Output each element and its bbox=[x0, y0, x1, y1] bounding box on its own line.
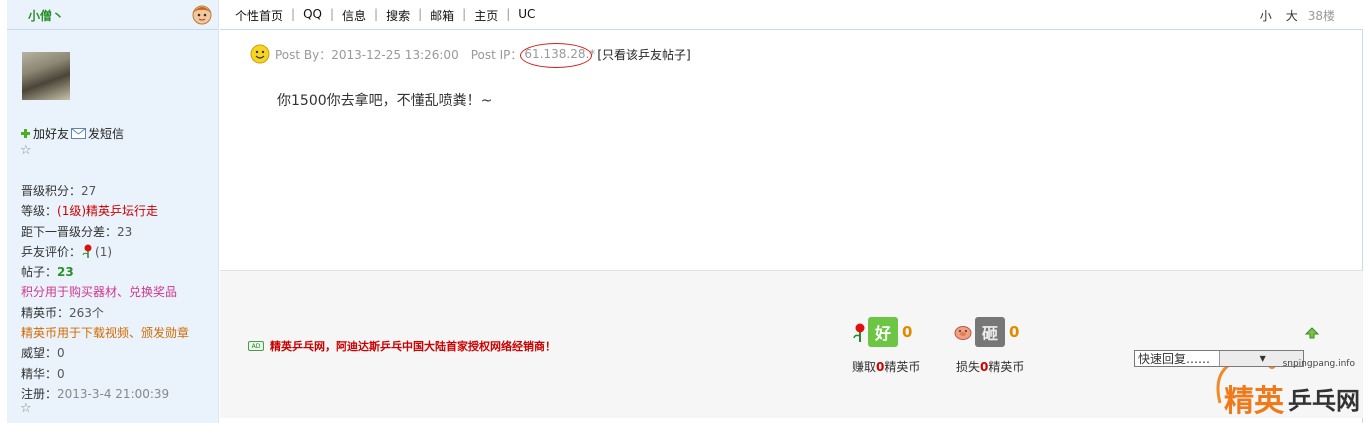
user-avatar[interactable] bbox=[22, 52, 70, 100]
user-actions: 加好友 发短信 bbox=[20, 125, 124, 142]
nav-uc[interactable]: UC bbox=[518, 7, 535, 24]
stat-posts: 帖子：23 bbox=[21, 265, 74, 280]
smiley-icon bbox=[250, 44, 270, 64]
bad-vote[interactable]: 砸 0 bbox=[954, 317, 1019, 347]
coins-note-link[interactable]: 精英币用于下载视频、颁发勋章 bbox=[21, 323, 189, 343]
font-large-button[interactable]: 大 bbox=[1286, 7, 1298, 24]
site-logo-watermark: 精英 乒乓网 bbox=[1216, 354, 1360, 418]
nav-qq[interactable]: QQ bbox=[303, 7, 322, 24]
good-vote[interactable]: 好 0 bbox=[852, 317, 912, 347]
logo-text-sub: 乒乓网 bbox=[1288, 388, 1360, 415]
sidebar-header: 小僧丶 bbox=[7, 0, 218, 30]
good-button[interactable]: 好 bbox=[868, 317, 898, 347]
logo-site-url: snpingpang.info bbox=[1282, 359, 1355, 369]
good-count: 0 bbox=[902, 323, 913, 341]
post-time: Post By：2013-12-25 13:26:00 bbox=[275, 47, 459, 62]
nav-profile-home[interactable]: 个性首页 bbox=[235, 7, 283, 24]
nav-email[interactable]: 邮箱 bbox=[430, 7, 454, 24]
quick-reply-select[interactable]: 快速回复…… ▼ bbox=[1134, 350, 1304, 367]
nav-search[interactable]: 搜索 bbox=[386, 7, 410, 24]
rose-icon bbox=[853, 323, 865, 342]
ad-text: 精英乒乓网，阿迪达斯乒乓中国大陆首家授权网络经销商！ bbox=[270, 340, 556, 353]
font-size-controls: 小 大 38楼 bbox=[1260, 7, 1335, 24]
pig-icon bbox=[954, 326, 972, 340]
post-toolbar: 个性首页 | QQ | 信息 | 搜索 | 邮箱 | 主页 | UC 小 大 38楼 bbox=[220, 0, 1363, 30]
post-meta: Post By：2013-12-25 13:26:00 Post IP： 61.… bbox=[250, 43, 691, 68]
font-small-button[interactable]: 小 bbox=[1260, 7, 1272, 24]
nav-homepage[interactable]: 主页 bbox=[474, 7, 498, 24]
ad-banner[interactable]: AD 精英乒乓网，阿迪达斯乒乓中国大陆首家授权网络经销商！ bbox=[248, 338, 556, 354]
stat-prestige: 威望：0 bbox=[21, 346, 65, 361]
envelope-icon bbox=[71, 128, 87, 139]
post-ip: 61.138.28.* bbox=[520, 43, 595, 68]
add-friend-button[interactable]: 加好友 bbox=[20, 125, 69, 142]
send-message-button[interactable]: 发短信 bbox=[71, 125, 124, 142]
stat-next-level: 距下一晋级分差：23 bbox=[21, 224, 133, 239]
send-message-label: 发短信 bbox=[88, 127, 125, 141]
bad-count: 0 bbox=[1009, 323, 1020, 341]
bad-caption: 损失0精英币 bbox=[956, 360, 1025, 374]
good-caption: 赚取0精英币 bbox=[852, 360, 921, 374]
only-author-link[interactable]: [只看该乒友帖子] bbox=[597, 46, 690, 63]
nav-info[interactable]: 信息 bbox=[342, 7, 366, 24]
stat-coins: 精英币：263个 bbox=[21, 305, 104, 320]
plus-icon bbox=[21, 129, 30, 138]
bottom-star-icon: ☆ bbox=[20, 401, 32, 416]
quick-reply-value: 快速回复…… bbox=[1138, 352, 1211, 366]
ip-highlight-circle bbox=[520, 43, 593, 68]
online-face-icon bbox=[192, 5, 212, 25]
stat-essence: 精华：0 bbox=[21, 366, 65, 381]
stat-points: 晋级积分：27 bbox=[21, 184, 97, 198]
points-note-link[interactable]: 积分用于购买器材、兑换奖品 bbox=[21, 282, 189, 302]
add-friend-label: 加好友 bbox=[33, 127, 70, 141]
stat-level: 等级：(1级)精英乒坛行走 bbox=[21, 204, 159, 219]
user-stats: 晋级积分：27 等级：(1级)精英乒坛行走 距下一晋级分差：23 乒友评价： (1… bbox=[21, 181, 189, 404]
rose-icon bbox=[82, 244, 92, 258]
post-content: 你1500你去拿吧，不懂乱喷粪！~ bbox=[277, 93, 493, 109]
username-link[interactable]: 小僧丶 bbox=[28, 7, 64, 24]
post-footer: AD 精英乒乓网，阿迪达斯乒乓中国大陆首家授权网络经销商！ 好 0 赚取0精英币… bbox=[220, 270, 1363, 418]
logo-text-main: 精英 bbox=[1224, 385, 1285, 418]
rank-star-icon: ☆ bbox=[20, 143, 32, 158]
stat-rating: 乒友评价： (1) bbox=[21, 244, 113, 259]
ad-icon: AD bbox=[248, 341, 264, 351]
floor-number: 38楼 bbox=[1307, 9, 1335, 23]
user-links: 个性首页 | QQ | 信息 | 搜索 | 邮箱 | 主页 | UC bbox=[235, 7, 536, 24]
post-ip-label: Post IP： bbox=[470, 47, 523, 62]
bad-button[interactable]: 砸 bbox=[975, 317, 1005, 347]
stat-register: 注册：2013-3-4 21:00:39 bbox=[21, 386, 170, 401]
